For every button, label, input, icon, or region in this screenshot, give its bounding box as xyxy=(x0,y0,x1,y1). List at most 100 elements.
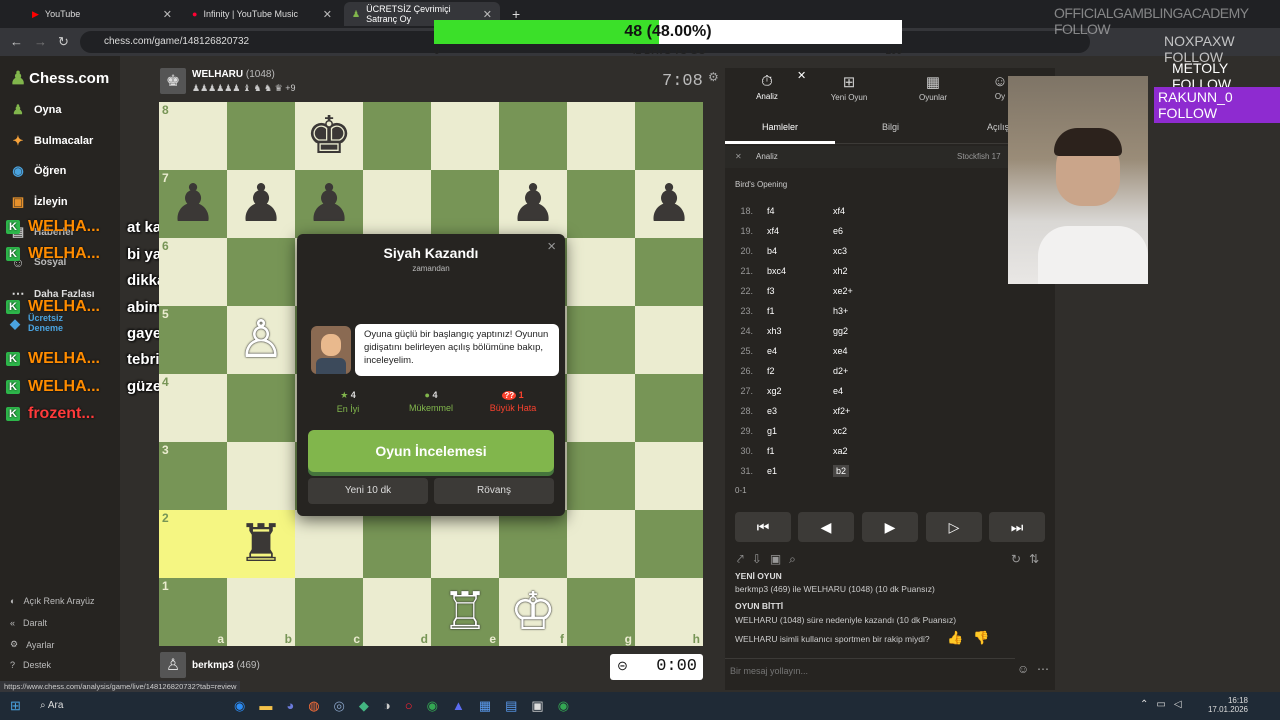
square-d8[interactable] xyxy=(363,102,431,170)
sidebar-item-learn[interactable]: ◉ Öğren xyxy=(10,163,66,179)
white-move[interactable]: xg2 xyxy=(767,386,782,396)
firefox-icon[interactable]: ◍ xyxy=(308,698,319,714)
black-move[interactable]: xf4 xyxy=(833,206,845,216)
white-move[interactable]: e1 xyxy=(767,466,777,476)
thumbs-down-icon[interactable]: 👎 xyxy=(973,630,989,646)
black-piece[interactable]: ♟ xyxy=(510,178,557,230)
sidebar-item-play[interactable]: ♟ Oyna xyxy=(10,102,61,118)
square-g8[interactable] xyxy=(567,102,635,170)
square-h3[interactable] xyxy=(635,442,703,510)
square-a4[interactable]: 4 xyxy=(159,374,227,442)
square-h2[interactable] xyxy=(635,510,703,578)
tab-new-game[interactable]: ⊞ Yeni Oyun xyxy=(819,73,879,102)
square-a2[interactable]: 2 xyxy=(159,510,227,578)
black-piece[interactable]: ♟ xyxy=(306,178,353,230)
player-name[interactable]: berkmp3 xyxy=(192,660,234,671)
square-h5[interactable] xyxy=(635,306,703,374)
square-a5[interactable]: 5 xyxy=(159,306,227,374)
black-move[interactable]: e4 xyxy=(833,386,843,396)
support-button[interactable]: ? Destek xyxy=(10,660,51,670)
discord-icon[interactable]: ◕ xyxy=(286,698,294,714)
square-f7[interactable]: ♟ xyxy=(499,170,567,238)
explorer-icon[interactable]: ▬ xyxy=(259,698,272,714)
player-name[interactable]: WELHARU xyxy=(192,69,243,80)
square-e1[interactable]: e ♖ xyxy=(431,578,499,646)
network-icon[interactable]: ▭ xyxy=(1156,699,1165,710)
chrome-icon[interactable]: ◉ xyxy=(558,698,569,714)
tab-games[interactable]: ▦ Oyunlar xyxy=(903,73,963,102)
square-h4[interactable] xyxy=(635,374,703,442)
white-piece[interactable]: ♖ xyxy=(442,586,489,638)
back-icon[interactable]: ← xyxy=(10,34,23,49)
square-h8[interactable] xyxy=(635,102,703,170)
white-move[interactable]: f1 xyxy=(767,446,775,456)
square-a6[interactable]: 6 xyxy=(159,238,227,306)
square-b5[interactable]: ♙ xyxy=(227,306,295,374)
board-settings-icon[interactable]: ⚙ xyxy=(708,70,719,84)
close-icon[interactable]: ✕ xyxy=(735,152,742,161)
square-d1[interactable]: d xyxy=(363,578,431,646)
flip-board-icon[interactable]: ⇅ xyxy=(1029,552,1039,566)
taskbar-search[interactable]: ⌕ Ara xyxy=(32,695,172,717)
black-move[interactable]: b2 xyxy=(833,465,850,477)
volume-icon[interactable]: ◁ xyxy=(1174,699,1182,710)
app-icon[interactable]: ▲ xyxy=(452,698,465,714)
white-move[interactable]: xf4 xyxy=(767,226,779,236)
search-icon[interactable]: ⌕ xyxy=(789,552,796,567)
edge-icon[interactable]: ◉ xyxy=(234,698,245,714)
white-move[interactable]: b4 xyxy=(767,246,777,256)
square-b2[interactable]: ♜ xyxy=(227,510,295,578)
forward-icon[interactable]: → xyxy=(34,34,47,49)
black-piece[interactable]: ♟ xyxy=(170,178,217,230)
steam-icon[interactable]: ◎ xyxy=(334,698,345,714)
black-move[interactable]: d2+ xyxy=(833,366,848,376)
square-h6[interactable] xyxy=(635,238,703,306)
white-move[interactable]: f4 xyxy=(767,206,775,216)
opera-icon[interactable]: ○ xyxy=(405,698,413,714)
refresh-icon[interactable]: ↻ xyxy=(1011,552,1021,566)
square-a8[interactable]: 8 xyxy=(159,102,227,170)
square-e7[interactable] xyxy=(431,170,499,238)
black-move[interactable]: xc3 xyxy=(833,246,847,256)
square-b6[interactable] xyxy=(227,238,295,306)
next-move-button[interactable]: ▷ xyxy=(926,512,982,542)
square-b8[interactable] xyxy=(227,102,295,170)
square-g6[interactable] xyxy=(567,238,635,306)
image-icon[interactable]: ▣ xyxy=(770,552,781,567)
square-a3[interactable]: 3 xyxy=(159,442,227,510)
app-icon[interactable]: ▤ xyxy=(505,698,517,714)
black-piece[interactable]: ♟ xyxy=(646,178,693,230)
black-move[interactable]: xe4 xyxy=(833,346,848,356)
chess-logo[interactable]: ♟ Chess.com xyxy=(10,68,109,89)
app-icon[interactable]: ◆ xyxy=(359,698,369,714)
stat-best[interactable]: ★ 4 En İyi xyxy=(308,390,388,414)
square-h7[interactable]: ♟ xyxy=(635,170,703,238)
stat-blunder[interactable]: ?? 1 Büyük Hata xyxy=(473,390,553,413)
black-move[interactable]: gg2 xyxy=(833,326,848,336)
square-b3[interactable] xyxy=(227,442,295,510)
black-move[interactable]: xf2+ xyxy=(833,406,850,416)
close-icon[interactable]: ✕ xyxy=(163,8,172,21)
black-move[interactable]: xe2+ xyxy=(833,286,853,296)
square-a7[interactable]: 7 ♟ xyxy=(159,170,227,238)
square-g2[interactable] xyxy=(567,510,635,578)
stat-great[interactable]: ● 4 Mükemmel xyxy=(391,390,471,413)
square-c8[interactable]: ♚ xyxy=(295,102,363,170)
square-g1[interactable]: g xyxy=(567,578,635,646)
white-piece[interactable]: ♙ xyxy=(238,314,285,366)
black-piece[interactable]: ♚ xyxy=(306,110,353,162)
square-b1[interactable]: b xyxy=(227,578,295,646)
last-move-button[interactable]: ⏭ xyxy=(989,512,1045,542)
black-move[interactable]: xc2 xyxy=(833,426,847,436)
sidebar-item-puzzles[interactable]: ✦ Bulmacalar xyxy=(10,133,94,149)
avatar[interactable]: ♚ xyxy=(160,68,186,94)
app-icon[interactable]: ▦ xyxy=(479,698,491,714)
white-piece[interactable]: ♔ xyxy=(510,586,557,638)
close-icon[interactable]: ✕ xyxy=(797,69,806,82)
square-e8[interactable] xyxy=(431,102,499,170)
sidebar-item-watch[interactable]: ▣ İzleyin xyxy=(10,194,68,210)
share-icon[interactable]: ⤤ xyxy=(737,552,744,567)
white-move[interactable]: xh3 xyxy=(767,326,782,336)
square-d7[interactable] xyxy=(363,170,431,238)
square-g5[interactable] xyxy=(567,306,635,374)
